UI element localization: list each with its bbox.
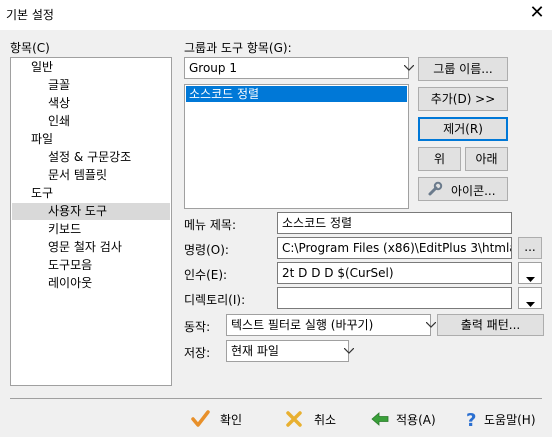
browse-button[interactable]: ... <box>518 237 542 259</box>
cancel-button[interactable]: 취소 <box>284 406 354 432</box>
argument-dropdown[interactable] <box>518 262 542 284</box>
tree-item-layout[interactable]: 레이아웃 <box>48 275 92 292</box>
tree-item-keyboard[interactable]: 키보드 <box>48 221 81 238</box>
action-label: 동작: <box>184 320 211 334</box>
add-button[interactable]: 추가(D) >> <box>418 87 508 111</box>
output-pattern-button[interactable]: 출력 패턴... <box>437 314 544 336</box>
tree-item-print[interactable]: 인쇄 <box>48 113 70 130</box>
footer-separator <box>10 398 542 399</box>
directory-label: 디렉토리(I): <box>184 293 246 307</box>
action-select[interactable]: 텍스트 필터로 실행 (바꾸기) <box>226 314 436 336</box>
command-label: 명령(O): <box>184 243 229 257</box>
icon-button-label: 아이콘... <box>451 184 496 198</box>
save-label: 저장: <box>184 346 211 360</box>
group-name-button[interactable]: 그룹 이름... <box>418 57 508 81</box>
tool-list[interactable]: 소스코드 정렬 <box>184 84 409 209</box>
icon-button[interactable]: 아이콘... <box>418 177 508 201</box>
save-select[interactable]: 현재 파일 <box>226 340 354 362</box>
window-title: 기본 설정 <box>6 8 54 22</box>
tree-item-font[interactable]: 글꼴 <box>48 77 70 94</box>
list-item[interactable]: 소스코드 정렬 <box>186 86 407 102</box>
ok-button[interactable]: 확인 <box>190 406 260 432</box>
group-select-value: Group 1 <box>189 61 237 75</box>
tree-item-user-tools[interactable]: 사용자 도구 <box>12 203 170 220</box>
tree-item-spellcheck[interactable]: 영문 철자 검사 <box>48 239 122 256</box>
tree-item-user-tools-label: 사용자 도구 <box>48 204 108 218</box>
help-button[interactable]: ? 도움말(H) <box>462 406 547 432</box>
tree-item-general[interactable]: 일반 <box>31 59 53 76</box>
help-icon: ? <box>462 409 482 431</box>
directory-field[interactable] <box>277 287 512 309</box>
argument-label: 인수(E): <box>184 268 228 282</box>
action-select-value: 텍스트 필터로 실행 (바꾸기) <box>231 318 374 332</box>
tree-item-syntax[interactable]: 설정 & 구문강조 <box>48 149 131 166</box>
ok-label: 확인 <box>220 413 243 427</box>
apply-label: 적용(A) <box>396 413 436 427</box>
svg-text:?: ? <box>466 410 476 429</box>
menu-title-field[interactable]: 소스코드 정렬 <box>277 212 512 234</box>
triangle-down-icon <box>526 271 535 285</box>
up-button[interactable]: 위 <box>418 147 461 171</box>
title-bar <box>0 0 552 30</box>
category-tree[interactable]: 일반 글꼴 색상 인쇄 파일 설정 & 구문강조 문서 템플릿 도구 사용자 도… <box>10 57 172 386</box>
tree-item-color[interactable]: 색상 <box>48 95 70 112</box>
arrow-left-icon <box>370 409 390 429</box>
directory-dropdown[interactable] <box>518 287 542 309</box>
triangle-down-icon <box>526 296 535 310</box>
save-select-value: 현재 파일 <box>231 344 279 358</box>
menu-title-label: 메뉴 제목: <box>184 218 237 232</box>
remove-button[interactable]: 제거(R) <box>418 117 508 141</box>
cancel-label: 취소 <box>314 413 337 427</box>
group-select[interactable]: Group 1 <box>184 57 414 79</box>
down-button[interactable]: 아래 <box>465 147 508 171</box>
items-label: 항목(C) <box>10 41 50 55</box>
tree-item-file[interactable]: 파일 <box>31 131 53 148</box>
tree-item-tools[interactable]: 도구 <box>31 185 53 202</box>
cross-icon <box>284 409 304 429</box>
tree-item-toolbar[interactable]: 도구모음 <box>48 257 92 274</box>
argument-field[interactable]: 2t D D D $(CurSel) <box>277 262 512 284</box>
command-field[interactable]: C:\Program Files (x86)\EditPlus 3\htmlaı <box>277 237 512 259</box>
groups-label: 그룹과 도구 항목(G): <box>184 41 292 55</box>
help-label: 도움말(H) <box>484 413 536 427</box>
close-icon[interactable]: ✕ <box>526 2 548 24</box>
checkmark-icon <box>190 409 210 429</box>
wrench-icon <box>427 181 443 200</box>
tree-item-template[interactable]: 문서 템플릿 <box>48 167 107 184</box>
apply-button[interactable]: 적용(A) <box>370 406 450 432</box>
